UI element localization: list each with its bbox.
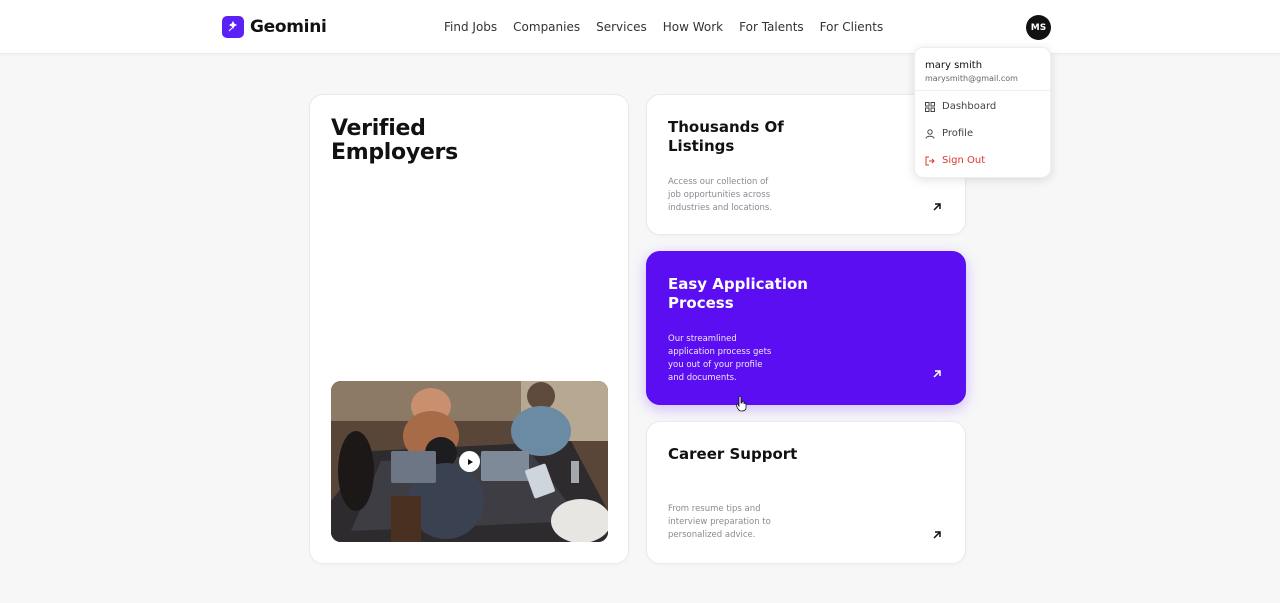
menu-item-label: Profile [942,128,974,139]
user-dropdown-menu: mary smith marysmith@gmail.com Dashboard… [914,47,1051,178]
logout-icon [925,156,935,165]
nav-for-talents[interactable]: For Talents [739,20,804,34]
top-navbar: Geomini Find Jobs Companies Services How… [0,0,1280,54]
feature-description: Our streamlined application process gets… [668,334,772,383]
feature-description: From resume tips and interview preparati… [668,504,771,540]
nav-how-work[interactable]: How Work [663,20,723,34]
brand-name: Geomini [250,17,327,37]
arrow-up-right-icon[interactable] [931,368,943,380]
feature-description: Access our collection of job opportuniti… [668,177,773,213]
user-email: marysmith@gmail.com [925,74,1018,83]
brand-logo[interactable]: Geomini [222,16,327,38]
menu-item-label: Sign Out [942,155,986,166]
menu-item-profile[interactable]: Profile [925,128,973,139]
video-thumbnail[interactable] [331,381,608,542]
menu-item-label: Dashboard [942,101,997,112]
nav-for-clients[interactable]: For Clients [820,20,884,34]
play-button[interactable] [459,451,480,472]
logo-icon [222,16,244,38]
user-icon [925,128,935,139]
user-info: mary smith marysmith@gmail.com [915,48,1050,91]
verified-employers-card: Verified Employers [309,94,629,564]
hand-cursor-icon [736,396,747,412]
dashboard-icon [925,101,935,112]
nav-find-jobs[interactable]: Find Jobs [444,20,497,34]
menu-item-dashboard[interactable]: Dashboard [925,101,996,112]
feature-card-career-support[interactable]: Career Support From resume tips and inte… [646,421,966,564]
menu-item-sign-out[interactable]: Sign Out [925,155,985,166]
main-nav: Find Jobs Companies Services How Work Fo… [444,20,883,34]
verified-employers-title: Verified Employers [331,116,458,165]
arrow-up-right-icon[interactable] [931,201,943,213]
nav-services[interactable]: Services [596,20,647,34]
user-name: mary smith [925,60,983,71]
feature-title: Career Support [668,445,798,463]
nav-companies[interactable]: Companies [513,20,580,34]
feature-title: Thousands Of Listings [668,118,784,155]
play-icon [467,458,473,465]
arrow-up-right-icon[interactable] [931,529,943,541]
feature-title: Easy Application Process [668,275,808,312]
user-avatar[interactable]: MS [1026,15,1051,40]
feature-card-easy-application[interactable]: Easy Application Process Our streamlined… [646,251,966,405]
